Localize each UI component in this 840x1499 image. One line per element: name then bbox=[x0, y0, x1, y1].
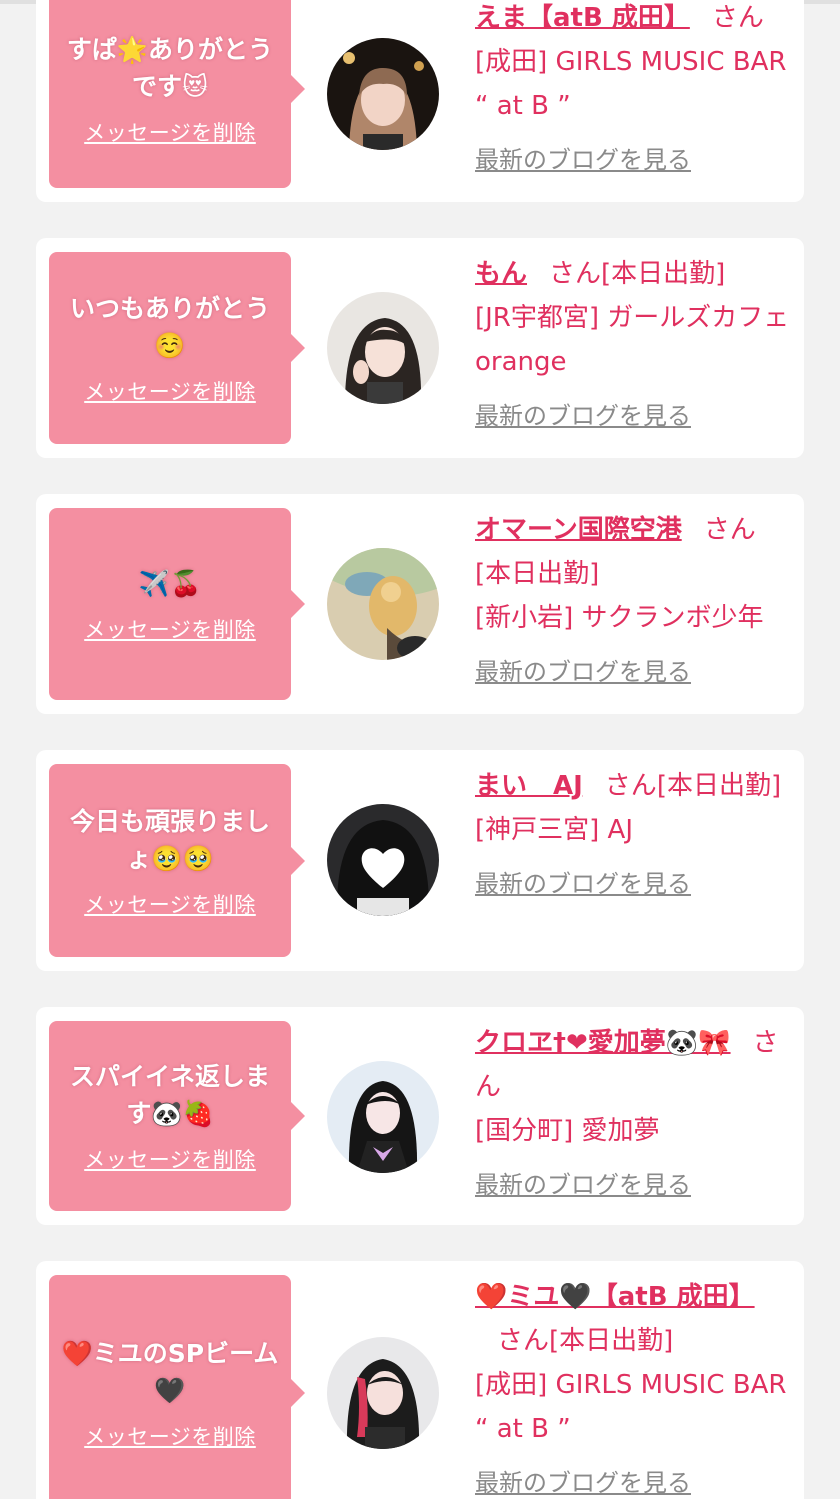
honorific: さん bbox=[703, 515, 756, 545]
avatar[interactable] bbox=[327, 38, 439, 150]
honorific: さん bbox=[497, 1326, 550, 1356]
message-text: すぱ🌟ありがとうです😻 bbox=[66, 35, 274, 101]
message-bubble: スパイイネ返します🐼🍓 メッセージを削除 bbox=[49, 1021, 305, 1211]
message-text: いつもありがとう☺️ bbox=[69, 294, 270, 360]
message-text: スパイイネ返します🐼🍓 bbox=[69, 1062, 270, 1128]
message-bubble: いつもありがとう☺️ メッセージを削除 bbox=[49, 252, 305, 444]
blog-link[interactable]: 最新のブログを見る bbox=[475, 1461, 797, 1499]
message-text: ✈️🍒 bbox=[138, 568, 202, 598]
blog-link[interactable]: 最新のブログを見る bbox=[475, 1163, 797, 1207]
message-bubble: ✈️🍒 メッセージを削除 bbox=[49, 508, 305, 700]
girl-info: オマーン国際空港 さん [本日出勤] [新小岩] サクランボ少年 最新のブログを見… bbox=[475, 508, 797, 694]
girl-name-link[interactable]: まい AJ bbox=[475, 771, 583, 801]
girl-info: クロヱ†❤愛加夢🐼🎀 さん [国分町] 愛加夢 最新のブログを見る bbox=[475, 1021, 797, 1207]
girl-name-link[interactable]: ❤️ミユ🖤【atB 成田】 bbox=[475, 1282, 755, 1312]
girl-name-link[interactable]: もん bbox=[475, 259, 527, 289]
avatar[interactable] bbox=[327, 1061, 439, 1173]
avatar[interactable] bbox=[327, 804, 439, 916]
blog-link[interactable]: 最新のブログを見る bbox=[475, 394, 797, 438]
shop-label: [JR宇都宮] ガールズカフェ orange bbox=[475, 303, 790, 377]
girl-info: まい AJ さん[本日出勤] [神戸三宮] AJ 最新のブログを見る bbox=[475, 764, 797, 906]
message-card: ✈️🍒 メッセージを削除 オマーン国際空港 さん [本日出勤] [新小岩] サクラ… bbox=[36, 494, 804, 714]
shop-label: [国分町] 愛加夢 bbox=[475, 1116, 660, 1146]
honorific: さん bbox=[549, 259, 602, 289]
delete-message-link[interactable]: メッセージを削除 bbox=[84, 376, 256, 406]
shop-label: [新小岩] サクランボ少年 bbox=[475, 603, 764, 633]
message-bubble: ❤️ミユのSPビーム🖤 メッセージを削除 bbox=[49, 1275, 305, 1499]
girl-name-link[interactable]: えま【atB 成田】 bbox=[475, 3, 690, 33]
avatar[interactable] bbox=[327, 292, 439, 404]
delete-message-link[interactable]: メッセージを削除 bbox=[84, 1421, 256, 1451]
status-label: [本日出勤] bbox=[656, 771, 782, 801]
avatar[interactable] bbox=[327, 548, 439, 660]
message-card: スパイイネ返します🐼🍓 メッセージを削除 クロヱ†❤愛加夢🐼🎀 さん [国分町] … bbox=[36, 1007, 804, 1225]
blog-link[interactable]: 最新のブログを見る bbox=[475, 650, 797, 694]
message-card: いつもありがとう☺️ メッセージを削除 もん さん[本日出勤] [JR宇都宮] ガ… bbox=[36, 238, 804, 458]
honorific: さん bbox=[604, 771, 657, 801]
delete-message-link[interactable]: メッセージを削除 bbox=[84, 614, 256, 644]
delete-message-link[interactable]: メッセージを削除 bbox=[84, 1144, 256, 1174]
status-label: [本日出勤] bbox=[601, 259, 726, 289]
blog-link[interactable]: 最新のブログを見る bbox=[475, 138, 797, 182]
blog-link[interactable]: 最新のブログを見る bbox=[475, 862, 797, 906]
delete-message-link[interactable]: メッセージを削除 bbox=[84, 889, 256, 919]
status-label: [本日出勤] bbox=[549, 1326, 674, 1356]
status-label: [本日出勤] bbox=[475, 559, 600, 589]
girl-info: ❤️ミユ🖤【atB 成田】さん[本日出勤] [成田] GIRLS MUSIC B… bbox=[475, 1275, 797, 1499]
girl-name-link[interactable]: クロヱ†❤愛加夢🐼🎀 bbox=[475, 1028, 731, 1058]
girl-name-link[interactable]: オマーン国際空港 bbox=[475, 515, 682, 545]
delete-message-link[interactable]: メッセージを削除 bbox=[84, 117, 256, 147]
honorific: さん bbox=[711, 3, 764, 33]
message-card: 今日も頑張りましょ🥹🥹 メッセージを削除 まい AJ さん[本日出勤] [神戸三宮… bbox=[36, 750, 804, 971]
girl-info: えま【atB 成田】 さん [成田] GIRLS MUSIC BAR “ at B… bbox=[475, 0, 797, 182]
girl-info: もん さん[本日出勤] [JR宇都宮] ガールズカフェ orange 最新のブログ… bbox=[475, 252, 797, 438]
message-card: ❤️ミユのSPビーム🖤 メッセージを削除 ❤️ミユ🖤【atB 成田】さん[本日出… bbox=[36, 1261, 804, 1499]
shop-label: [成田] GIRLS MUSIC BAR “ at B ” bbox=[475, 47, 787, 121]
shop-label: [成田] GIRLS MUSIC BAR “ at B ” bbox=[475, 1370, 787, 1444]
message-text: ❤️ミユのSPビーム🖤 bbox=[61, 1339, 279, 1405]
message-bubble: 今日も頑張りましょ🥹🥹 メッセージを削除 bbox=[49, 764, 305, 957]
shop-label: [神戸三宮] AJ bbox=[475, 815, 634, 845]
message-text: 今日も頑張りましょ🥹🥹 bbox=[69, 806, 270, 873]
message-card: すぱ🌟ありがとうです😻 メッセージを削除 えま【atB 成田】 さん [成田] G… bbox=[36, 0, 804, 202]
message-bubble: すぱ🌟ありがとうです😻 メッセージを削除 bbox=[49, 0, 305, 188]
avatar[interactable] bbox=[327, 1337, 439, 1449]
